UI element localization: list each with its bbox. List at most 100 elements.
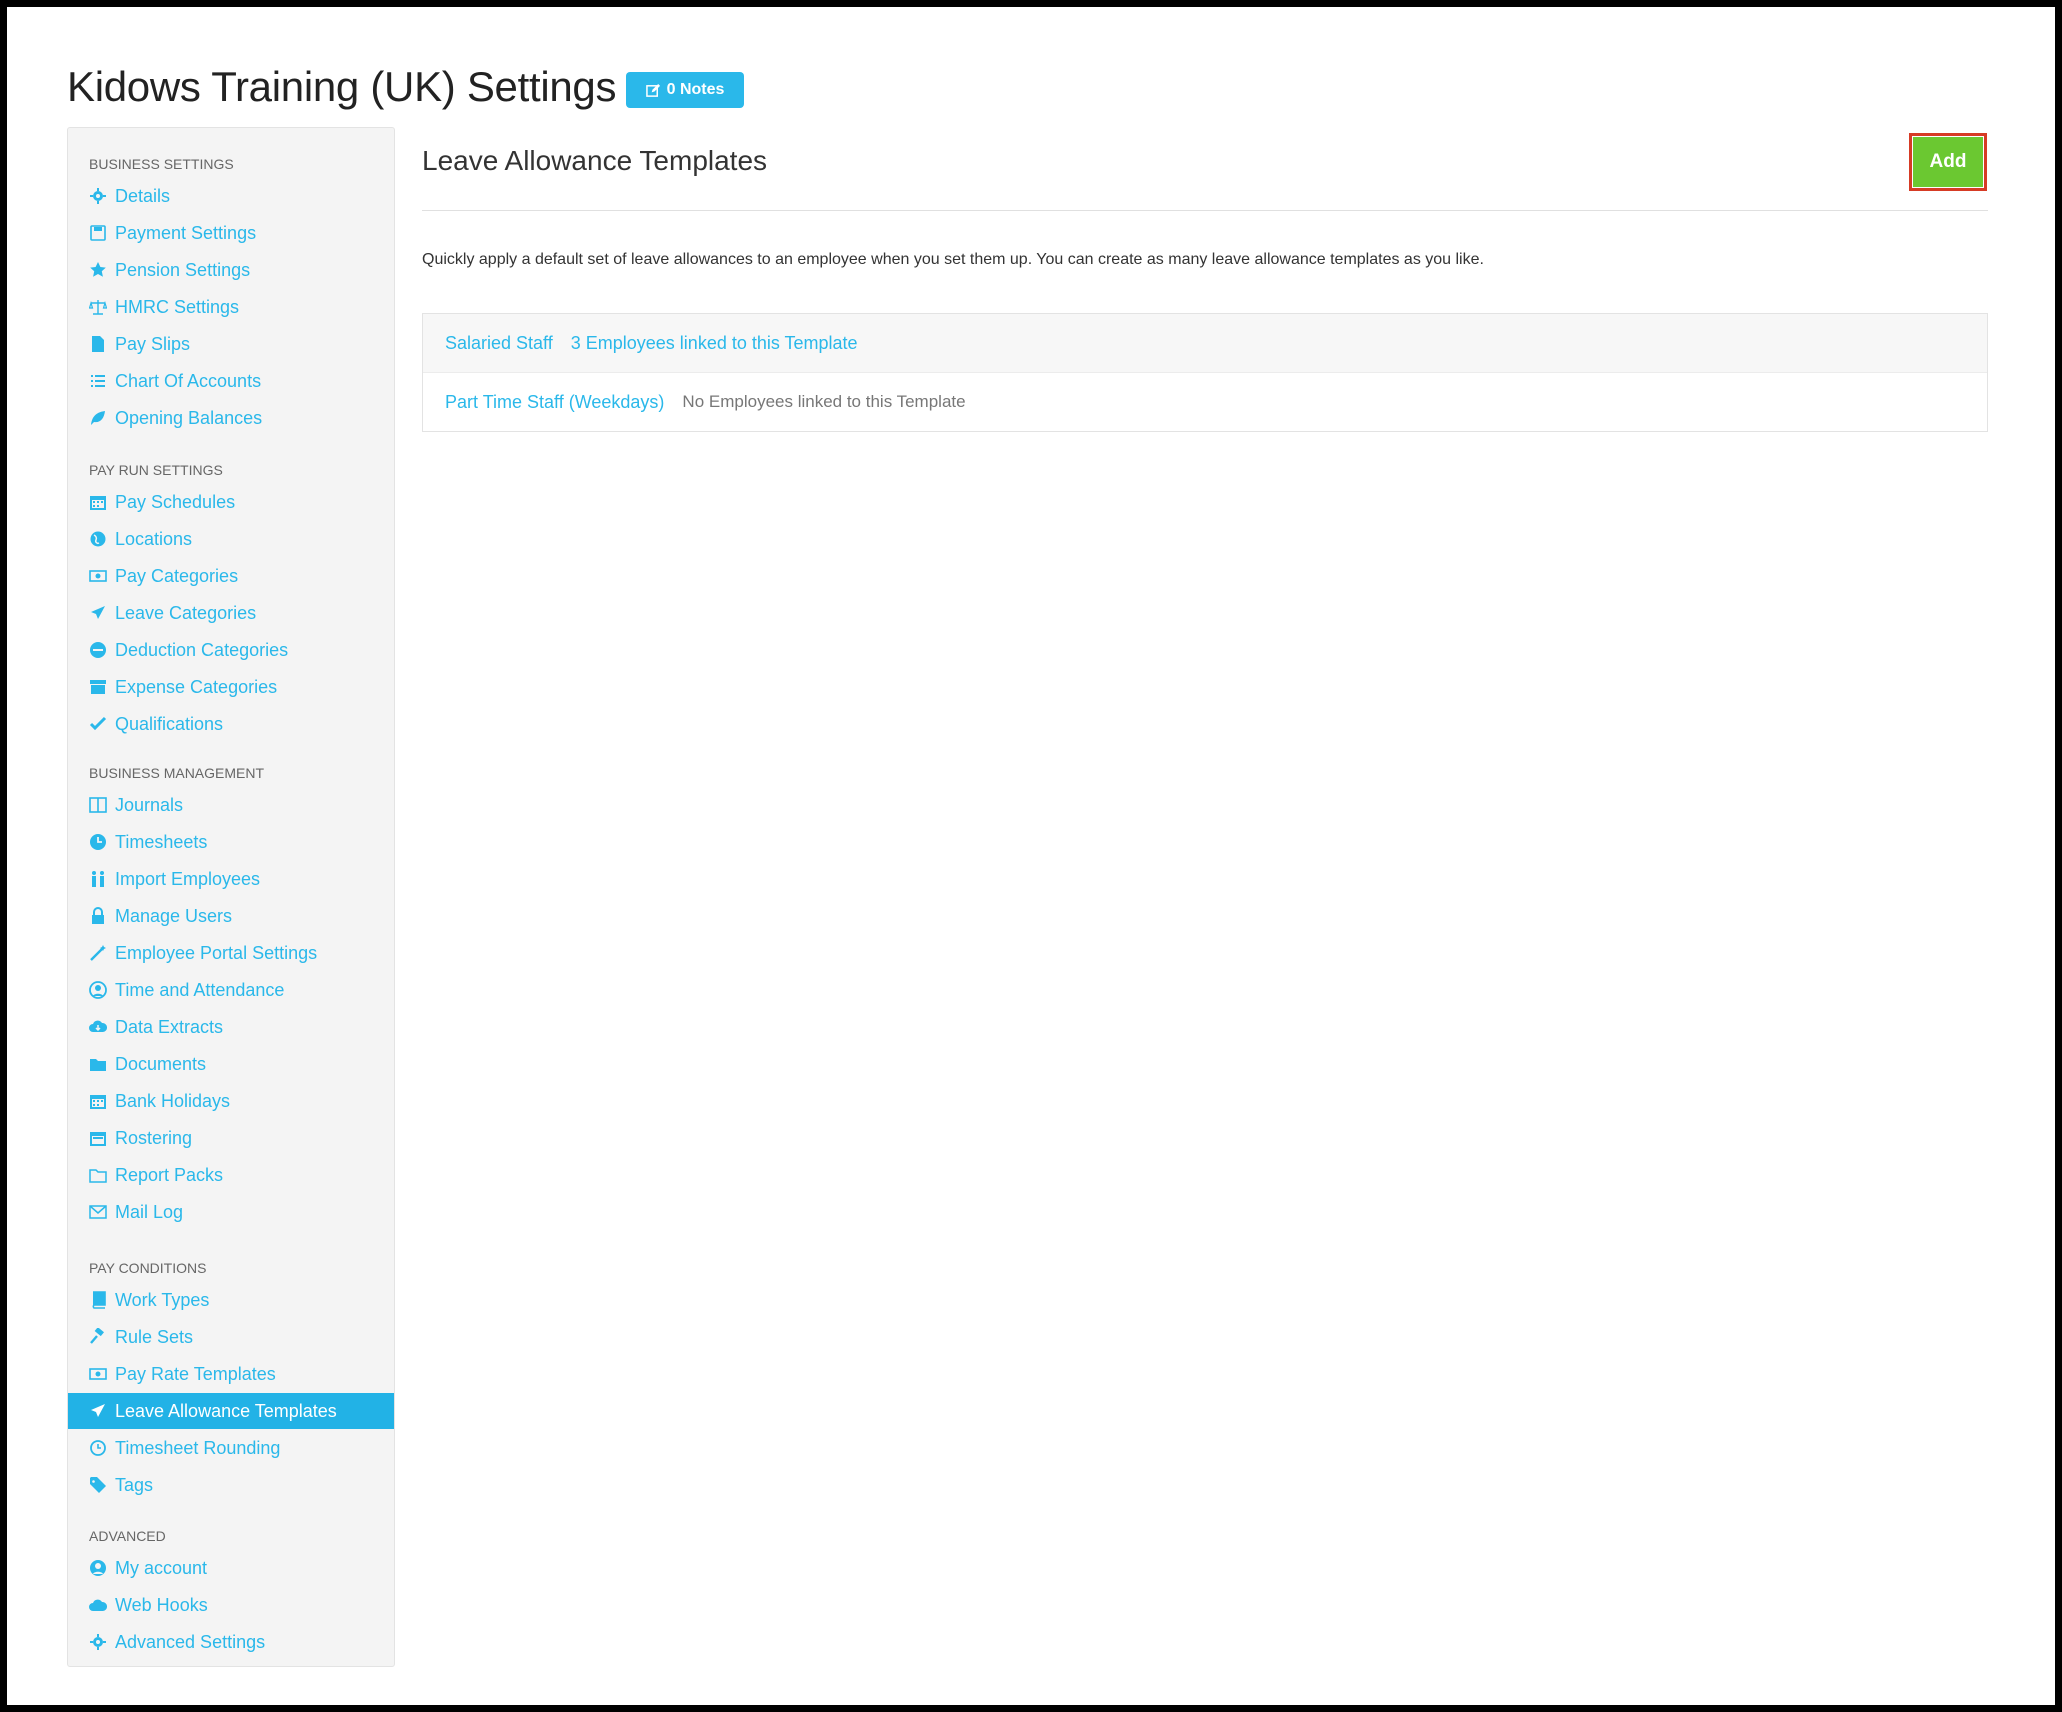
sidebar-item-deduction-categories[interactable]: Deduction Categories [89,632,394,668]
sidebar-item-chart-of-accounts[interactable]: Chart Of Accounts [89,363,394,399]
sidebar-item-label: My account [115,1557,208,1578]
magic-wand-icon [89,944,107,962]
money-icon [89,567,107,585]
sidebar-heading-business-settings: BUSINESS SETTINGS [89,156,234,172]
list-icon [89,372,107,390]
sidebar-item-pay-slips[interactable]: Pay Slips [89,326,394,362]
calendar-icon [89,493,107,511]
sidebar-item-payment-settings[interactable]: Payment Settings [89,215,394,251]
sidebar-item-pay-rate-templates[interactable]: Pay Rate Templates [89,1356,394,1392]
gear-icon [89,187,107,205]
sidebar-item-web-hooks[interactable]: Web Hooks [89,1587,394,1623]
add-button-label: Add [1913,137,1983,187]
divider [422,210,1988,211]
sidebar-item-rule-sets[interactable]: Rule Sets [89,1319,394,1355]
sidebar-item-label: Details [115,185,171,206]
sidebar-item-qualifications[interactable]: Qualifications [89,706,394,742]
sidebar-item-report-packs[interactable]: Report Packs [89,1157,394,1193]
template-row: Salaried Staff 3 Employees linked to this… [423,314,1987,373]
template-name-link[interactable]: Salaried Staff [445,333,553,354]
notes-label: 0 Notes [666,81,725,98]
sidebar-item-label: Advanced Settings [115,1631,266,1652]
sidebar-item-label: Deduction Categories [115,639,289,660]
sidebar-item-expense-categories[interactable]: Expense Categories [89,669,394,705]
edit-icon [645,83,660,97]
sidebar-item-timesheets[interactable]: Timesheets [89,824,394,860]
add-template-button[interactable]: Add [1909,133,1987,191]
sidebar-heading-pay-conditions: PAY CONDITIONS [89,1260,207,1276]
calendar-grid-icon [89,1129,107,1147]
sidebar-item-label: Manage Users [115,905,233,926]
sidebar-item-leave-allowance-templates[interactable]: Leave Allowance Templates [68,1393,394,1429]
clock-icon [89,833,107,851]
calendar-icon [89,1092,107,1110]
sidebar-item-label: Pay Categories [115,565,239,586]
cloud-download-icon [89,1018,107,1036]
sidebar-item-label: Time and Attendance [115,979,285,1000]
sidebar-item-manage-users[interactable]: Manage Users [89,898,394,934]
sidebar-item-pay-schedules[interactable]: Pay Schedules [89,484,394,520]
description-text: Quickly apply a default set of leave all… [422,251,1484,268]
cloud-icon [89,1596,107,1614]
sidebar-item-work-types[interactable]: Work Types [89,1282,394,1318]
linked-employees-status: No Employees linked to this Template [682,392,966,411]
folder-icon [89,1055,107,1073]
linked-employees-link[interactable]: 3 Employees linked to this Template [571,333,858,354]
sidebar-item-locations[interactable]: Locations [89,521,394,557]
folder-outline-icon [89,1166,107,1184]
sidebar-item-label: Tags [115,1474,154,1495]
template-name-link[interactable]: Part Time Staff (Weekdays) [445,392,664,413]
sidebar-item-pension-settings[interactable]: Pension Settings [89,252,394,288]
sidebar-item-label: Import Employees [115,868,261,889]
leaf-icon [89,409,107,427]
sidebar-item-label: Leave Allowance Templates [115,1400,337,1421]
sidebar-item-label: Rule Sets [115,1326,194,1347]
sidebar-item-data-extracts[interactable]: Data Extracts [89,1009,394,1045]
user-clock-icon [89,981,107,999]
sidebar-item-journals[interactable]: Journals [89,787,394,823]
sidebar-item-label: Qualifications [115,713,224,734]
lock-icon [89,907,107,925]
sidebar-item-details[interactable]: Details [89,178,394,214]
sidebar-item-label: Timesheet Rounding [115,1437,281,1458]
sidebar-heading-pay-run-settings: PAY RUN SETTINGS [89,462,223,478]
gavel-icon [89,1328,107,1346]
check-icon [89,715,107,733]
sidebar-item-timesheet-rounding[interactable]: Timesheet Rounding [89,1430,394,1466]
sidebar-item-opening-balances[interactable]: Opening Balances [89,400,394,436]
user-circle-icon [89,1559,107,1577]
sidebar-item-label: Web Hooks [115,1594,208,1615]
sidebar-item-label: Payment Settings [115,222,257,243]
app-window: Kidows Training (UK) Settings 0 Notes BU… [7,7,2055,1705]
envelope-icon [89,1203,107,1221]
sidebar-item-import-employees[interactable]: Import Employees [89,861,394,897]
sidebar-item-mail-log[interactable]: Mail Log [89,1194,394,1230]
sidebar-item-bank-holidays[interactable]: Bank Holidays [89,1083,394,1119]
sidebar-item-hmrc-settings[interactable]: HMRC Settings [89,289,394,325]
template-row: Part Time Staff (Weekdays) No Employees l… [423,373,1987,431]
sidebar-item-leave-categories[interactable]: Leave Categories [89,595,394,631]
sidebar-item-my-account[interactable]: My account [89,1550,394,1586]
sidebar-item-employee-portal-settings[interactable]: Employee Portal Settings [89,935,394,971]
money-icon [89,1365,107,1383]
sidebar-item-label: Journals [115,794,184,815]
notes-button[interactable]: 0 Notes [626,72,744,108]
clock-outline-icon [89,1439,107,1457]
sidebar-item-tags[interactable]: Tags [89,1467,394,1503]
sidebar-item-label: Timesheets [115,831,208,852]
sidebar-item-label: Documents [115,1053,207,1074]
sidebar-item-label: Employee Portal Settings [115,942,318,963]
sidebar-item-documents[interactable]: Documents [89,1046,394,1082]
sidebar-item-label: Expense Categories [115,676,278,697]
page-title: Kidows Training (UK) Settings [67,63,617,110]
sidebar-item-advanced-settings[interactable]: Advanced Settings [89,1624,394,1660]
sidebar-item-label: Pay Schedules [115,491,236,512]
sidebar-item-time-and-attendance[interactable]: Time and Attendance [89,972,394,1008]
sidebar-item-pay-categories[interactable]: Pay Categories [89,558,394,594]
sidebar-item-label: Data Extracts [115,1016,224,1037]
sidebar-item-rostering[interactable]: Rostering [89,1120,394,1156]
book-icon [89,1291,107,1309]
template-list: Salaried Staff 3 Employees linked to this… [422,313,1988,432]
sidebar-item-label: Chart Of Accounts [115,370,262,391]
sidebar-item-label: Pay Slips [115,333,191,354]
